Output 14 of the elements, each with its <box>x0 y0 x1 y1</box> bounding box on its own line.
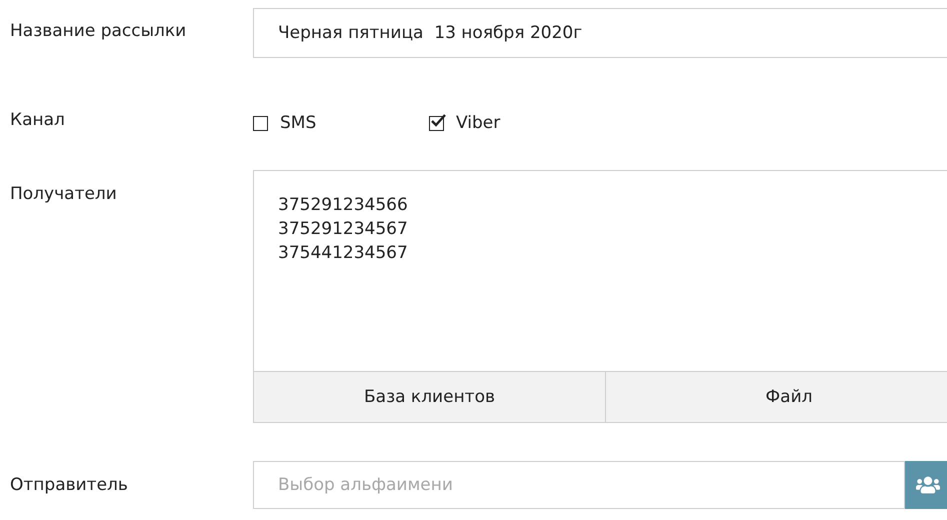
field-label: Канал <box>9 109 66 130</box>
client-base-button[interactable]: База клиентов <box>253 371 606 423</box>
field-label: Получатели <box>9 183 118 204</box>
checkbox-label: Viber <box>456 113 500 133</box>
checkbox[interactable] <box>429 116 444 130</box>
users-icon[interactable] <box>905 461 947 509</box>
checkbox[interactable] <box>253 116 268 130</box>
recipients-field[interactable]: 375291234566 375291234567 375441234567 <box>253 170 947 371</box>
file-button[interactable]: Файл <box>606 371 947 423</box>
field-label: Отправитель <box>9 474 129 495</box>
checkbox-label: SMS <box>280 113 316 133</box>
name-field[interactable]: Черная пятница 13 ноября 2020г <box>253 8 947 58</box>
field-label: Название рассылки <box>9 20 188 41</box>
sender-field[interactable]: Выбор альфаимени <box>253 461 905 509</box>
